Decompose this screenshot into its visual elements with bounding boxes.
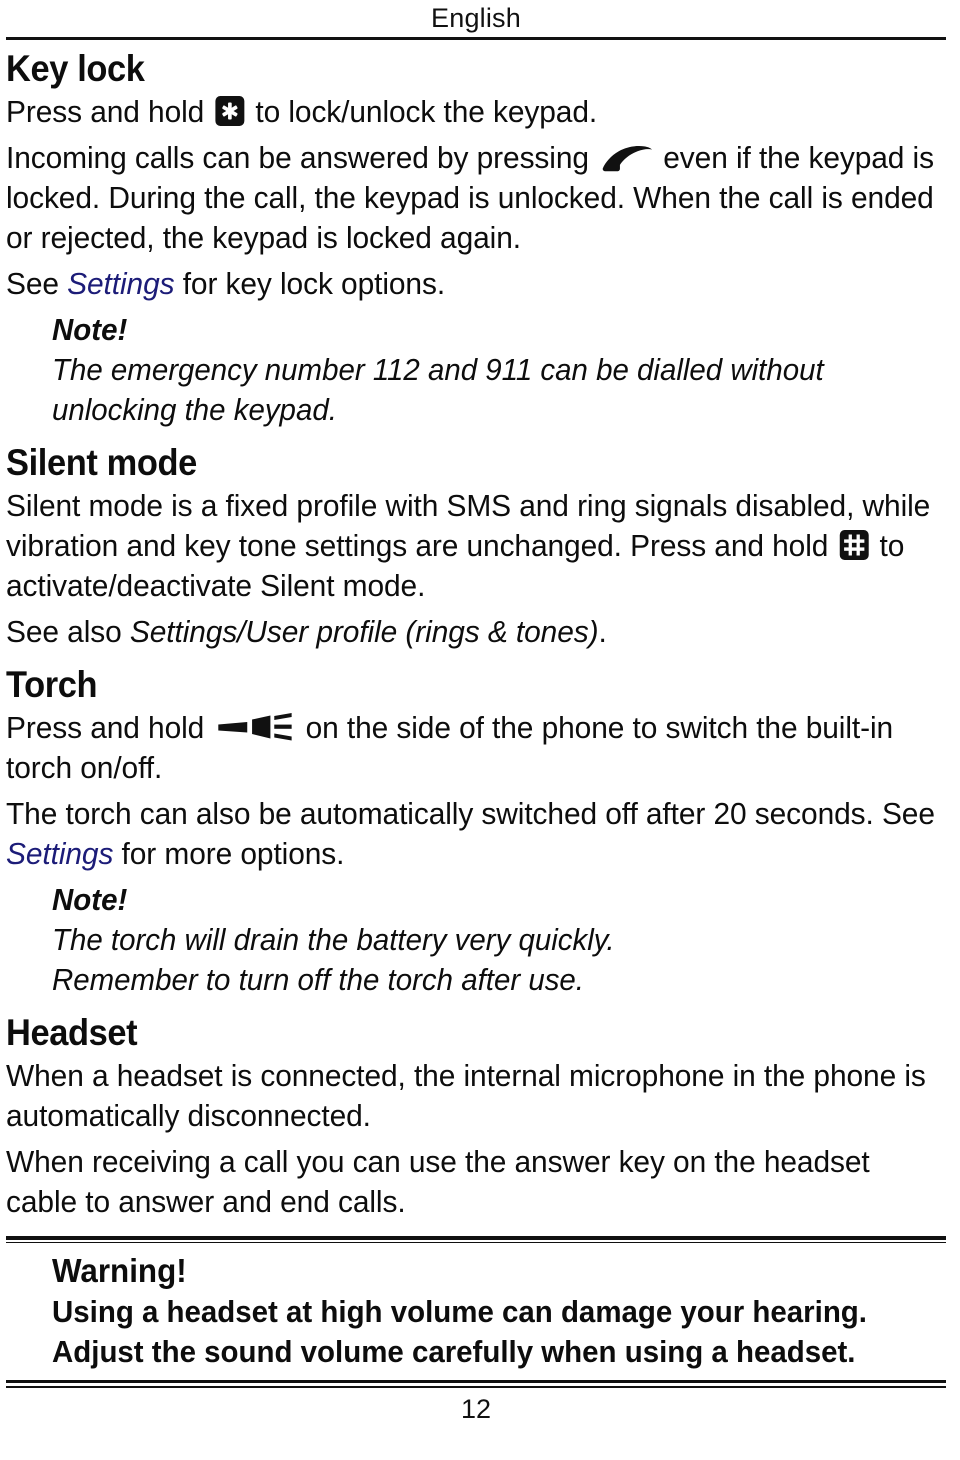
phone-handset-icon	[599, 143, 653, 173]
reference-settings-user-profile: Settings/User profile (rings & tones)	[129, 614, 599, 649]
paragraph-keylock-3-post: for key lock options.	[174, 266, 446, 301]
paragraph-keylock-2-pre: Incoming calls can be answered by pressi…	[6, 140, 598, 175]
note-title: Note!	[52, 312, 128, 347]
note-title: Note!	[52, 882, 128, 917]
paragraph-torch-2-pre: The torch can also be automatically swit…	[6, 796, 935, 831]
warning-block: Warning! Using a headset at high volume …	[6, 1236, 946, 1388]
note-body-line-2: Remember to turn off the torch after use…	[52, 962, 584, 997]
header-rule	[6, 37, 946, 40]
note-block-torch: Note! The torch will drain the battery v…	[52, 880, 946, 1000]
paragraph-keylock-1-pre: Press and hold	[6, 94, 213, 129]
paragraph-torch-2: The torch can also be automatically swit…	[6, 794, 940, 874]
warning-line-1: Using a headset at high volume can damag…	[52, 1294, 867, 1329]
warning-rule-top	[6, 1236, 946, 1243]
warning-content: Warning! Using a headset at high volume …	[52, 1250, 946, 1372]
note-body-line-1: The torch will drain the battery very qu…	[52, 922, 615, 957]
section-title-torch: Torch	[6, 664, 98, 705]
torch-side-key-icon	[216, 712, 293, 742]
section-title-key-lock: Key lock	[6, 48, 145, 89]
paragraph-headset-2: When receiving a call you can use the an…	[6, 1144, 870, 1219]
paragraph-silent-1-pre: Silent mode is a fixed profile with SMS …	[6, 488, 931, 563]
paragraph-silent-1: Silent mode is a fixed profile with SMS …	[6, 486, 940, 606]
paragraph-silent-2: See also Settings/User profile (rings & …	[6, 612, 940, 652]
paragraph-keylock-3-pre: See	[6, 266, 68, 301]
paragraph-keylock-2: Incoming calls can be answered by pressi…	[6, 138, 940, 258]
warning-title: Warning!	[52, 1252, 187, 1289]
paragraph-silent-2-pre: See also	[6, 614, 130, 649]
paragraph-torch-2-post: for more options.	[113, 836, 345, 871]
paragraph-headset-1: When a headset is connected, the interna…	[6, 1058, 926, 1133]
section-title-silent-mode: Silent mode	[6, 442, 197, 483]
page-number: 12	[460, 1394, 492, 1424]
section-title-headset: Headset	[6, 1012, 138, 1053]
star-key-icon	[215, 96, 245, 126]
reference-settings-torch: Settings	[6, 836, 114, 871]
paragraph-keylock-1: Press and hold to lock/unlock the keypad…	[6, 92, 940, 132]
paragraph-torch-1-pre: Press and hold	[6, 710, 213, 745]
note-block-key-lock: Note! The emergency number 112 and 911 c…	[52, 310, 946, 430]
paragraph-torch-1: Press and hold on the side of the phone …	[6, 708, 940, 788]
paragraph-keylock-1-post: to lock/unlock the keypad.	[247, 94, 598, 129]
note-body: The emergency number 112 and 911 can be …	[52, 352, 824, 427]
warning-rule-bottom	[6, 1380, 946, 1388]
paragraph-keylock-3: See Settings for key lock options.	[6, 264, 940, 304]
manual-page: English Key lock Press and hold to lock/…	[0, 0, 960, 1460]
running-head: English	[431, 3, 521, 33]
hash-key-icon	[839, 530, 869, 560]
reference-settings: Settings	[67, 266, 175, 301]
paragraph-silent-2-post: .	[598, 614, 607, 649]
warning-line-2: Adjust the sound volume carefully when u…	[52, 1334, 856, 1369]
